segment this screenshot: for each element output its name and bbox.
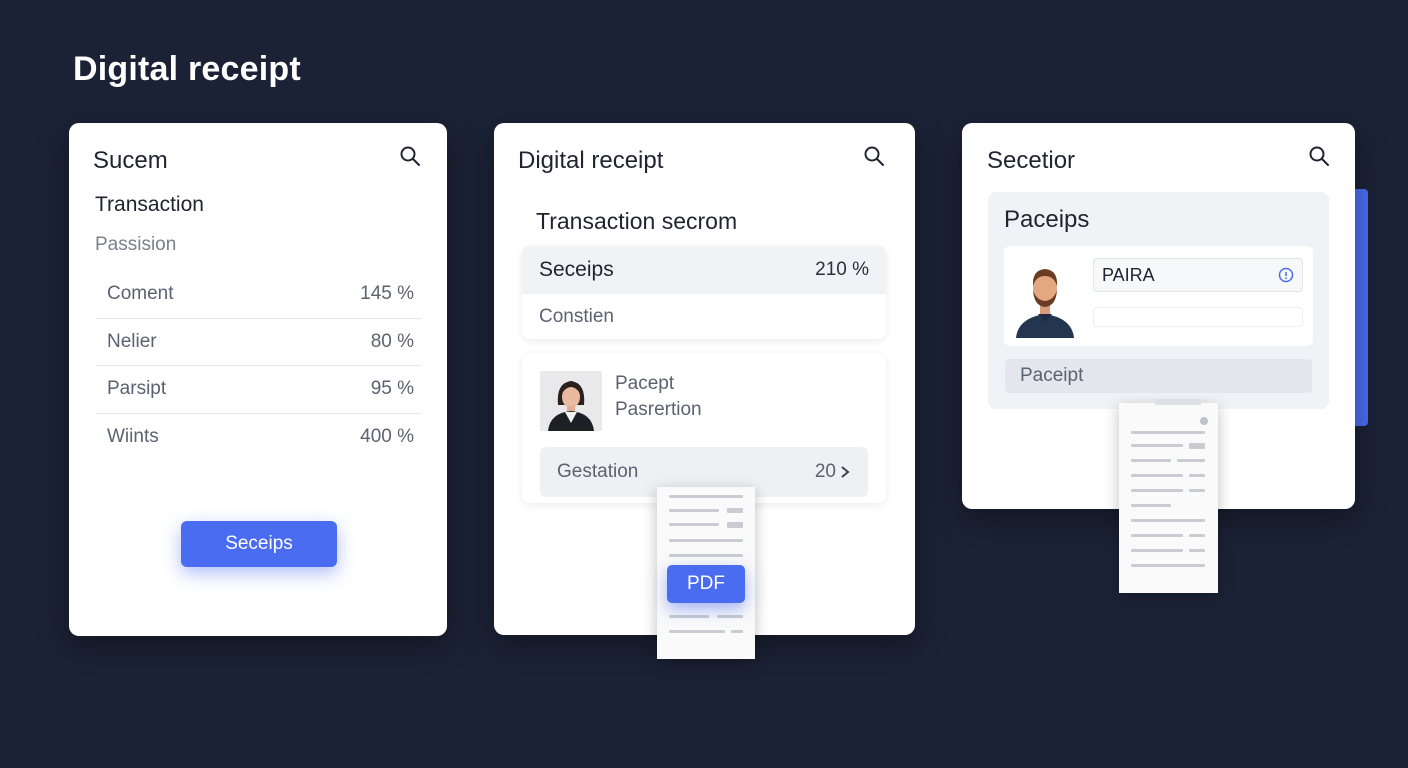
profile-name: Pacept — [615, 373, 675, 394]
receipt-document — [1119, 399, 1218, 593]
receipt-bar[interactable]: Paceipt — [1005, 359, 1312, 393]
receipts-panel: Paceips PAIRA Paceipt — [988, 192, 1329, 409]
receipt-line — [1189, 489, 1205, 492]
receipt-line — [669, 523, 719, 526]
profile-card: PAIRA — [1004, 246, 1313, 346]
panel-title: Paceips — [1004, 206, 1090, 233]
receipt-line — [727, 522, 743, 528]
receipt-line — [1189, 443, 1205, 449]
receipt-line — [731, 630, 743, 633]
receipt-line — [1131, 504, 1171, 507]
list-item-value: 400 % — [360, 426, 414, 448]
name-field[interactable]: PAIRA — [1093, 258, 1303, 292]
receipt-panel: Seceips 210 % Constien — [522, 246, 886, 339]
profile-card: Pacept Pasrertion Gestation 20 — [522, 353, 886, 503]
avatar — [540, 371, 602, 431]
receipt-line — [1131, 474, 1183, 477]
receipt-line — [1131, 549, 1183, 552]
receipt-line — [1131, 564, 1205, 567]
gestation-label: Gestation — [557, 461, 639, 482]
panel-row[interactable]: Constien — [522, 294, 886, 339]
receipt-line — [669, 495, 743, 498]
search-icon[interactable] — [1308, 145, 1330, 167]
panel-value: 210 % — [815, 259, 869, 280]
receipt-line — [1131, 519, 1205, 522]
receipt-line — [717, 615, 743, 618]
card-title: Secetior — [987, 147, 1076, 174]
panel-title: Seceips — [539, 258, 614, 281]
info-icon[interactable] — [1278, 267, 1294, 283]
list-item[interactable]: Nelier 80 % — [96, 319, 422, 366]
receipt-line — [669, 554, 743, 557]
panel-header: Seceips 210 % — [522, 246, 886, 294]
section-title: Transaction secrom — [536, 208, 738, 234]
card-title: Digital receipt — [518, 147, 664, 174]
name-field-value: PAIRA — [1102, 264, 1155, 285]
profile-role: Pasrertion — [615, 399, 702, 420]
receipt-line — [669, 630, 725, 633]
receipt-clip — [1155, 399, 1201, 405]
page: Digital receipt Sucem Transaction Passis… — [0, 0, 1408, 768]
receipt-line — [1131, 489, 1183, 492]
receipt-line — [669, 615, 709, 618]
receipt-line — [1131, 459, 1171, 462]
receipt-line — [1177, 459, 1205, 462]
receipt-line — [727, 508, 743, 513]
seceips-button[interactable]: Seceips — [181, 521, 337, 567]
receipt-line — [1131, 444, 1183, 447]
list-item-label: Wiints — [107, 426, 159, 448]
receipt-line — [669, 539, 743, 542]
search-icon[interactable] — [399, 145, 421, 167]
list-item-label: Parsipt — [107, 378, 167, 400]
list-item-value: 95 % — [370, 378, 414, 400]
receipt-line — [669, 509, 719, 512]
receipt-dot — [1200, 417, 1208, 425]
gestation-value-group: 20 — [815, 461, 850, 483]
card-sucem: Sucem Transaction Passision Coment 145 %… — [69, 123, 447, 636]
receipt-line — [1131, 534, 1183, 537]
gestation-value: 20 — [814, 461, 836, 482]
receipt-line — [1189, 549, 1205, 552]
list-item-label: Nelier — [107, 330, 157, 352]
list-item-value: 145 % — [360, 283, 414, 305]
receipt-line — [1189, 534, 1205, 537]
list-item[interactable]: Wiints 400 % — [96, 414, 422, 462]
transaction-list: Coment 145 % Nelier 80 % Parsipt 95 % Wi… — [96, 271, 422, 461]
search-icon[interactable] — [863, 145, 885, 167]
section-label: Passision — [95, 234, 177, 255]
empty-field[interactable] — [1093, 307, 1303, 327]
list-item[interactable]: Coment 145 % — [96, 271, 422, 319]
receipt-line — [1131, 431, 1205, 434]
chevron-right-icon — [841, 466, 850, 478]
receipt-line — [1189, 474, 1205, 477]
section-subtitle: Transaction — [95, 193, 204, 216]
page-title: Digital receipt — [73, 50, 301, 88]
avatar — [1012, 262, 1078, 338]
list-item[interactable]: Parsipt 95 % — [96, 366, 422, 414]
list-item-label: Coment — [107, 283, 174, 305]
pdf-button[interactable]: PDF — [667, 565, 745, 603]
card-title: Sucem — [93, 147, 168, 174]
list-item-value: 80 % — [370, 330, 414, 352]
